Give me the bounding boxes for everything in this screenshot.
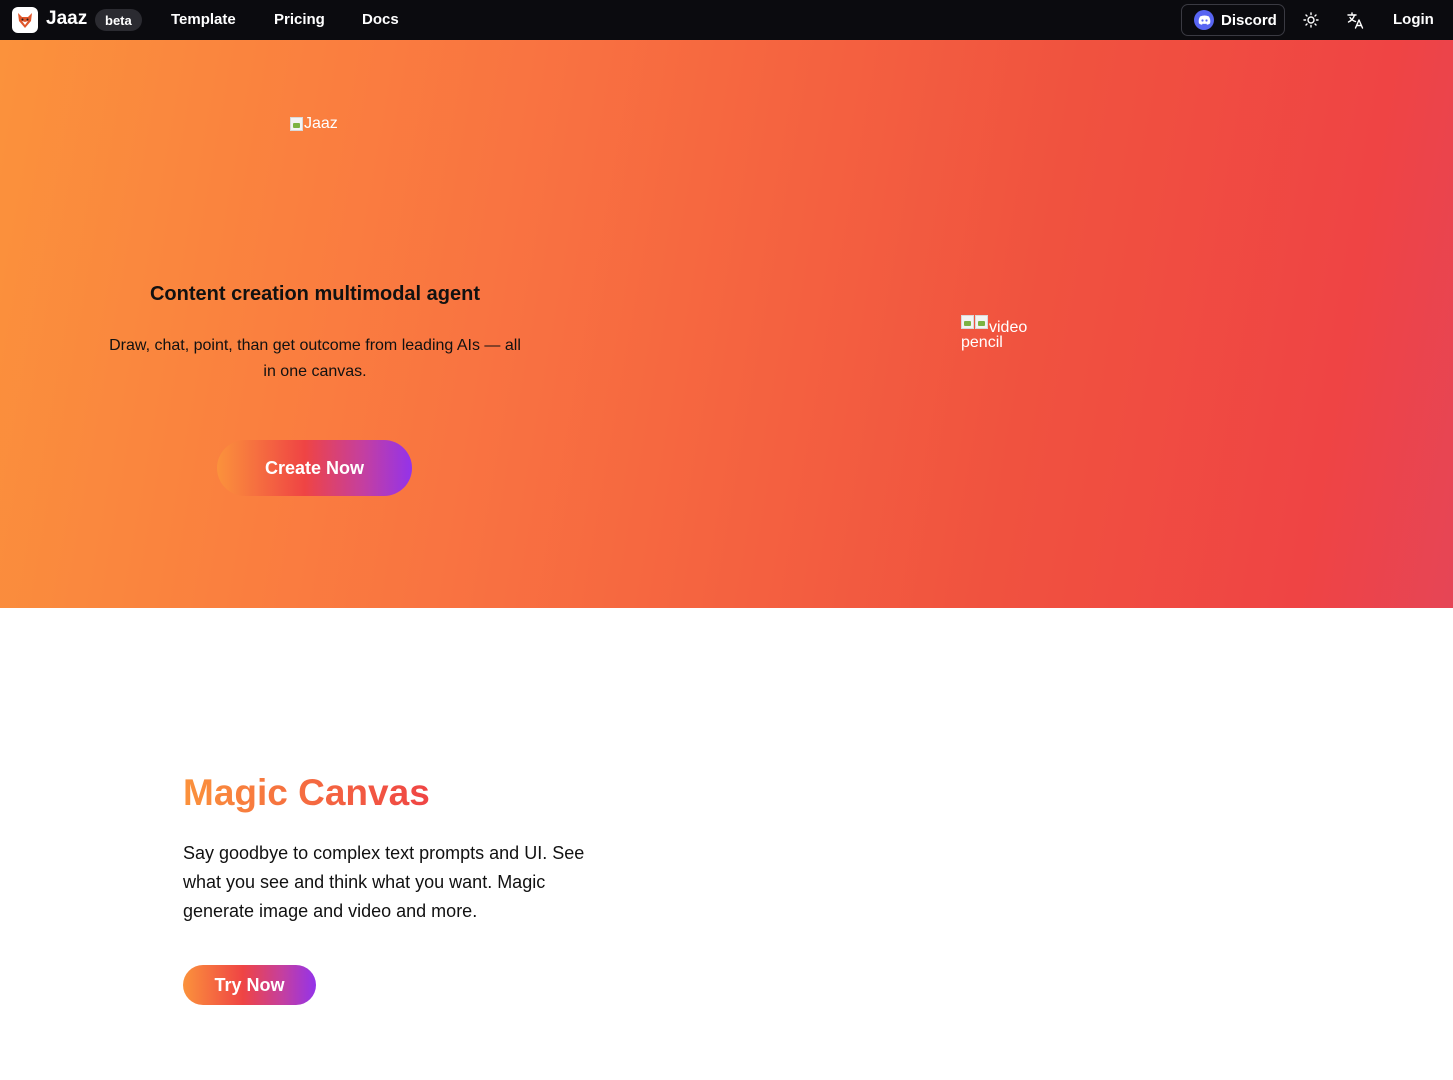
translate-icon[interactable] xyxy=(1345,10,1365,30)
nav-template-link[interactable]: Template xyxy=(171,11,236,28)
discord-icon xyxy=(1194,10,1214,30)
brand-name[interactable]: Jaaz xyxy=(46,8,87,30)
nav-pricing-link[interactable]: Pricing xyxy=(274,11,325,28)
broken-image-icon xyxy=(975,315,988,329)
sun-icon[interactable] xyxy=(1301,10,1321,30)
hero-media-images: video pencil xyxy=(961,315,1028,351)
broken-image-icon xyxy=(961,315,974,329)
try-now-button[interactable]: Try Now xyxy=(183,965,316,1005)
hero-subtitle: Draw, chat, point, than get outcome from… xyxy=(109,337,521,380)
hero-section: Jaaz Content creation multimodal agent D… xyxy=(0,40,1453,608)
magic-canvas-title: Magic Canvas xyxy=(183,772,430,813)
hero-title: Content creation multimodal agent xyxy=(149,283,481,305)
video-image-alt: video xyxy=(989,319,1028,336)
hero-logo-alt: Jaaz xyxy=(304,115,338,132)
broken-image-icon xyxy=(290,117,303,131)
magic-canvas-description: Say goodbye to complex text prompts and … xyxy=(183,843,585,921)
hero-logo-image: Jaaz xyxy=(290,115,338,133)
discord-label: Discord xyxy=(1221,11,1277,29)
nav-docs-link[interactable]: Docs xyxy=(362,11,399,28)
top-navbar: Jaaz beta Template Pricing Docs Discord xyxy=(0,0,1453,40)
discord-button[interactable]: Discord xyxy=(1181,4,1285,36)
login-link[interactable]: Login xyxy=(1393,11,1434,28)
beta-badge: beta xyxy=(95,9,142,31)
fox-logo-icon[interactable] xyxy=(12,7,38,33)
create-now-button[interactable]: Create Now xyxy=(217,440,412,496)
pencil-image-alt: pencil xyxy=(961,334,1003,351)
